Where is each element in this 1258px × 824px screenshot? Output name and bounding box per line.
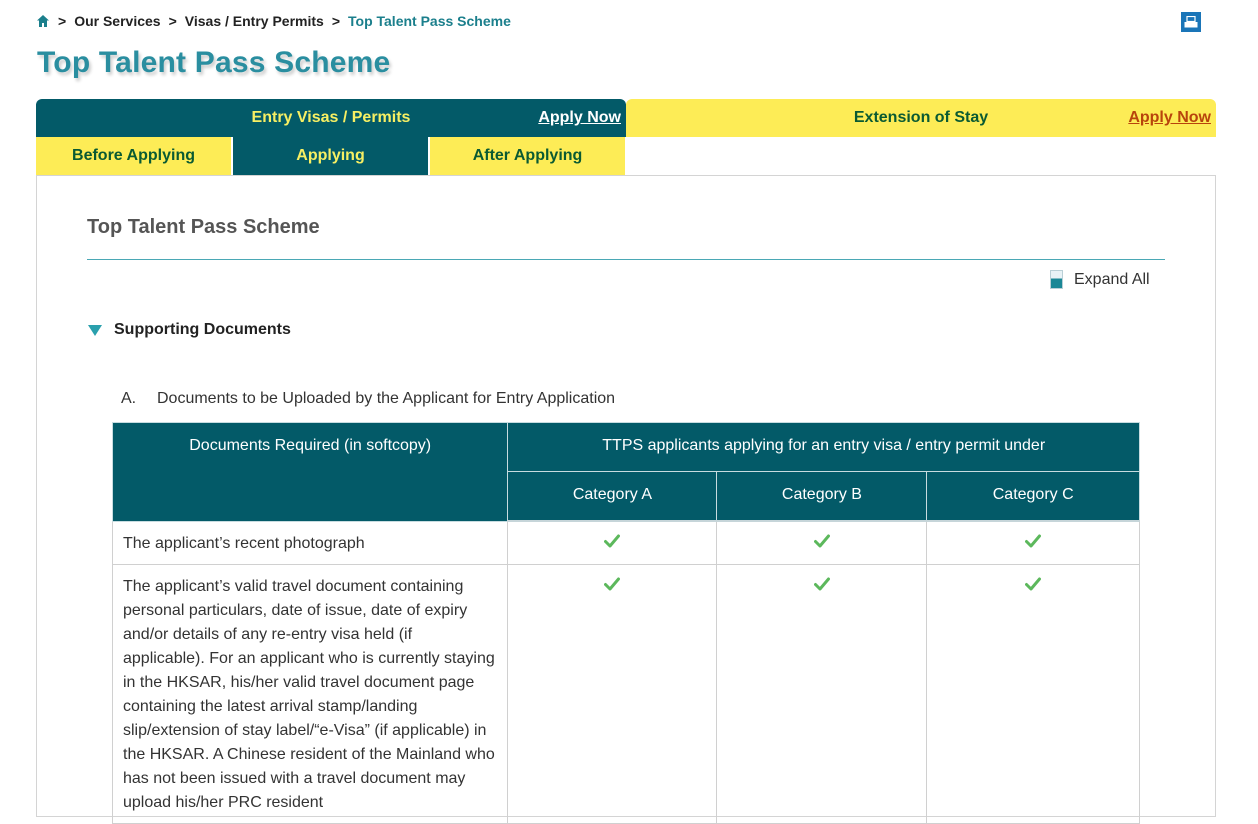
section-title: Top Talent Pass Scheme [87, 216, 320, 238]
accordion-supporting-documents[interactable]: Supporting Documents [88, 321, 291, 339]
breadcrumb-separator: > [168, 13, 177, 29]
list-heading: A. Documents to be Uploaded by the Appli… [121, 390, 615, 408]
accordion-title: Supporting Documents [114, 321, 291, 338]
section-divider [87, 259, 1165, 260]
check-icon [1025, 532, 1042, 548]
print-icon [1184, 16, 1198, 28]
expand-all-icon [1050, 270, 1063, 289]
breadcrumb-our-services[interactable]: Our Services [74, 13, 160, 29]
check-icon [813, 532, 830, 548]
category-b-cell [716, 564, 928, 824]
document-cell: The applicant’s valid travel document co… [111, 564, 509, 824]
check-icon [813, 575, 830, 591]
stage-tabs: Before Applying Applying After Applying [36, 137, 625, 175]
header-group: TTPS applicants applying for an entry vi… [507, 422, 1140, 472]
list-heading-text: Documents to be Uploaded by the Applican… [157, 390, 616, 407]
header-category-b: Category B [716, 471, 928, 522]
print-button[interactable] [1181, 12, 1201, 32]
service-tabs: Entry Visas / Permits Apply Now Extensio… [36, 99, 1216, 137]
document-cell: The applicant’s recent photograph [111, 520, 509, 565]
category-c-cell [926, 564, 1140, 824]
expand-all-label: Expand All [1074, 270, 1150, 288]
breadcrumb-separator: > [58, 13, 67, 29]
check-icon [604, 575, 621, 591]
home-icon[interactable] [36, 14, 50, 28]
breadcrumb-separator: > [331, 13, 340, 29]
apply-now-entry-link[interactable]: Apply Now [538, 109, 621, 127]
tab-after-applying[interactable]: After Applying [430, 137, 625, 175]
header-category-a: Category A [507, 471, 718, 522]
documents-table: Documents Required (in softcopy) TTPS ap… [111, 422, 1140, 824]
tab-extension-of-stay[interactable]: Extension of Stay Apply Now [626, 99, 1216, 137]
apply-now-extension-link[interactable]: Apply Now [1128, 109, 1211, 127]
check-icon [604, 532, 621, 548]
table-row: The applicant’s recent photograph [111, 520, 1140, 565]
category-b-cell [716, 520, 928, 565]
expand-all-button[interactable]: Expand All [1050, 270, 1150, 289]
tab-applying[interactable]: Applying [233, 137, 428, 175]
list-marker: A. [121, 390, 137, 407]
triangle-down-icon [88, 324, 102, 336]
tab-entry-visas-permits[interactable]: Entry Visas / Permits Apply Now [36, 99, 626, 137]
category-c-cell [926, 520, 1140, 565]
breadcrumb-visas-entry-permits[interactable]: Visas / Entry Permits [185, 13, 324, 29]
page-title: Top Talent Pass Scheme [37, 46, 391, 79]
check-icon [1025, 575, 1042, 591]
header-category-c: Category C [926, 471, 1140, 522]
breadcrumb-current: Top Talent Pass Scheme [348, 13, 511, 29]
category-a-cell [507, 564, 718, 824]
category-a-cell [507, 520, 718, 565]
breadcrumb: > Our Services > Visas / Entry Permits >… [36, 13, 511, 29]
table-row: The applicant’s valid travel document co… [111, 564, 1140, 824]
header-documents-required: Documents Required (in softcopy) [111, 422, 509, 522]
tab-before-applying[interactable]: Before Applying [36, 137, 231, 175]
